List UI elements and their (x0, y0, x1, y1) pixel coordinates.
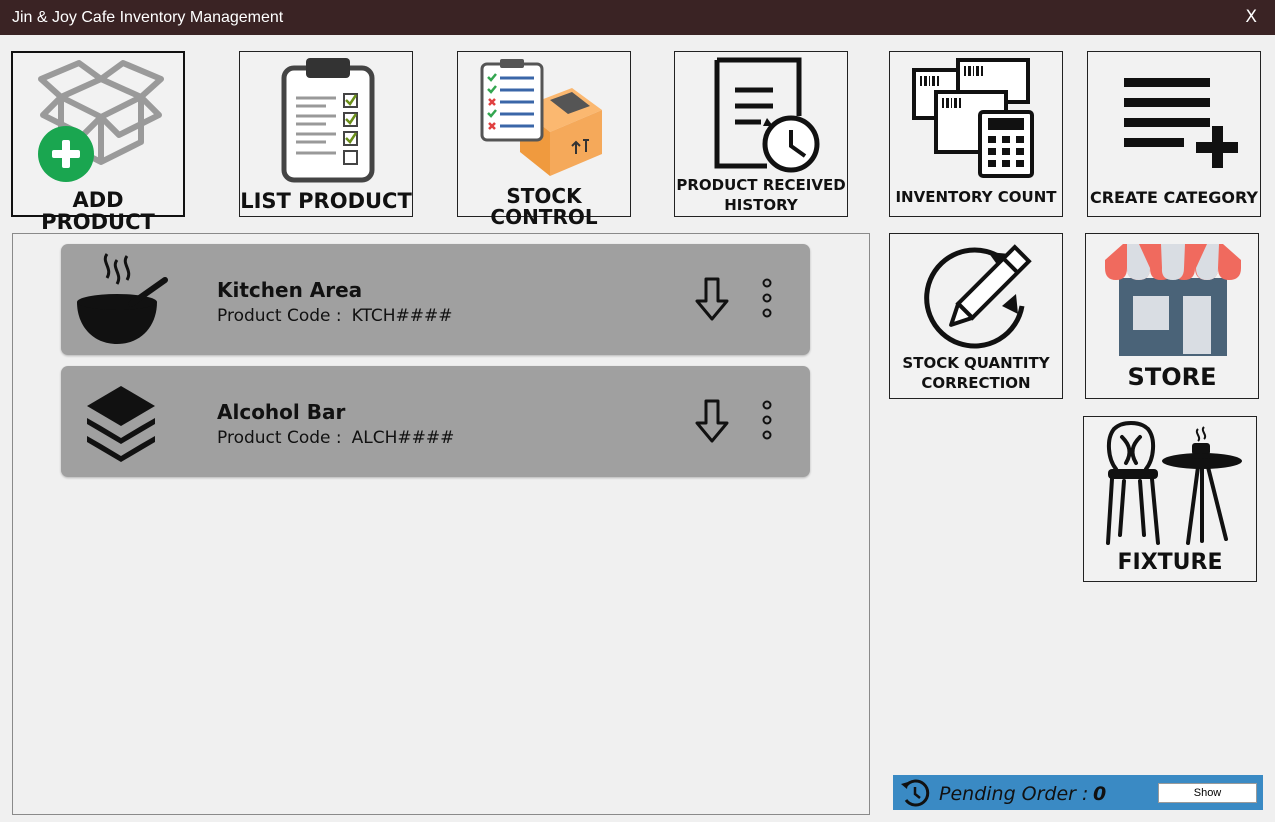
barcode-calculator-icon (912, 58, 1034, 178)
product-received-history-label-line1: PRODUCT RECEIVED (676, 176, 846, 194)
title-bar: Jin & Joy Cafe Inventory Management X (0, 0, 1275, 35)
more-vertical-icon[interactable] (760, 399, 774, 445)
stock-box-checklist-icon (480, 59, 602, 176)
arrow-down-icon[interactable] (695, 399, 729, 443)
window-title: Jin & Joy Cafe Inventory Management (12, 9, 284, 26)
product-code-label: Product Code : (217, 306, 342, 326)
product-code: Product Code : ALCH#### (217, 428, 454, 448)
fixture-label: FIXTURE (1117, 550, 1223, 575)
show-pending-button[interactable]: Show (1158, 783, 1257, 803)
document-history-icon (714, 57, 820, 173)
add-product-label: ADD PRODUCT (41, 188, 155, 235)
create-category-button[interactable]: CREATE CATEGORY (1087, 51, 1261, 217)
stock-control-label: STOCK CONTROL (490, 184, 598, 229)
store-label: STORE (1127, 363, 1217, 391)
inventory-count-label: INVENTORY COUNT (895, 188, 1057, 206)
stock-quantity-correction-label-line1: STOCK QUANTITY (902, 354, 1050, 372)
pending-order-label: Pending Order : (939, 783, 1089, 805)
more-vertical-icon[interactable] (760, 277, 774, 323)
list-product-label: LIST PRODUCT (240, 189, 412, 213)
category-list-panel: Kitchen Area Product Code : KTCH#### Alco… (12, 233, 870, 815)
category-name: Alcohol Bar (217, 400, 346, 424)
pending-order-count: 0 (1093, 783, 1107, 805)
stock-quantity-correction-button[interactable]: STOCK QUANTITY CORRECTION (889, 233, 1063, 399)
layers-icon (87, 386, 155, 462)
close-button[interactable]: X (1245, 7, 1257, 27)
pending-order-bar: Pending Order : 0 Show (893, 775, 1263, 810)
product-received-history-label-line2: HISTORY (724, 196, 798, 214)
refresh-pencil-icon (924, 244, 1032, 349)
product-code: Product Code : KTCH#### (217, 306, 452, 326)
arrow-down-icon[interactable] (695, 277, 729, 321)
category-card-kitchen[interactable]: Kitchen Area Product Code : KTCH#### (61, 244, 810, 355)
category-card-alcohol-bar[interactable]: Alcohol Bar Product Code : ALCH#### (61, 366, 810, 477)
stock-control-button[interactable]: STOCK CONTROL (457, 51, 631, 228)
product-code-value: ALCH#### (351, 428, 455, 448)
product-code-label: Product Code : (217, 428, 342, 448)
category-name: Kitchen Area (217, 278, 363, 302)
stock-quantity-correction-label-line2: CORRECTION (921, 374, 1031, 392)
clipboard-checklist-icon (281, 58, 375, 183)
cafe-table-chairs-icon (1106, 421, 1242, 545)
product-received-history-button[interactable]: PRODUCT RECEIVED HISTORY (674, 51, 848, 217)
add-product-button[interactable]: ADD PRODUCT (11, 51, 185, 233)
create-category-label: CREATE CATEGORY (1089, 188, 1259, 207)
plus-circle-icon (38, 126, 94, 182)
store-icon (1105, 244, 1241, 356)
list-product-button[interactable]: LIST PRODUCT (239, 51, 413, 217)
clock-history-icon (901, 779, 930, 807)
fixture-button[interactable]: FIXTURE (1083, 416, 1257, 582)
list-add-icon (1124, 78, 1238, 168)
inventory-count-button[interactable]: INVENTORY COUNT (889, 51, 1063, 217)
store-button[interactable]: STORE (1085, 233, 1259, 399)
product-code-value: KTCH#### (351, 306, 453, 326)
cooking-pot-icon (77, 253, 168, 344)
